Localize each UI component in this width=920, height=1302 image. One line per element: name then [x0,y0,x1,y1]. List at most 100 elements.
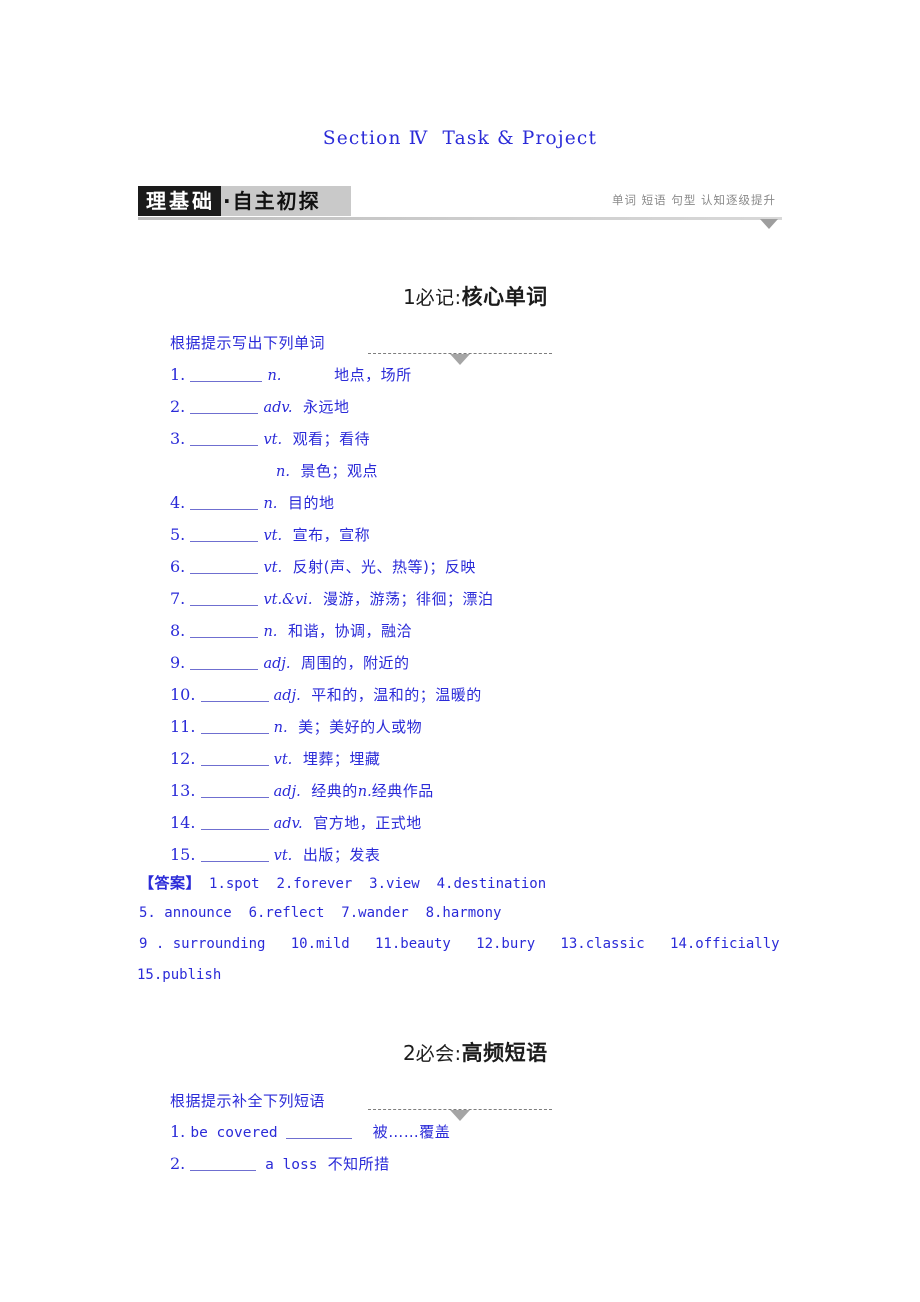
entry-definition: 平和的，温和的；温暖的 [311,686,482,704]
answer-blank[interactable] [190,1156,257,1171]
entry-gap [290,462,301,480]
document-page: Section Ⅳ Task & Project 理基础 ·自主初探 单词 短语… [0,0,920,1302]
entry-part-of-speech: adj. [263,656,291,672]
entry-number: 7. [170,589,186,608]
entry-number: 12. [170,749,196,768]
word-entry-1: 1. n. 地点，场所 [170,364,412,385]
answer-blank[interactable] [190,527,259,542]
answer-blank[interactable] [200,847,269,862]
answer-blank[interactable] [190,495,259,510]
answer-text: 1.spot 2.forever 3.view 4.destination [209,876,547,892]
section-2-title: 高频短语 [461,1041,548,1065]
entry-gap [282,430,293,448]
triangle-down-icon [760,219,778,229]
entry-gap [292,846,303,864]
answer-line-3: 9 . surrounding 10.mild 11.beauty 12.bur… [139,935,780,953]
entry-definition: 经典的 [311,782,358,800]
banner-label-block: 理基础 ·自主初探 [138,186,351,216]
entry-definition: 和谐，协调，融洽 [287,622,412,640]
word-entry-9: 9. adj. 周围的，附近的 [170,652,410,673]
entry-gap [301,686,312,704]
entry-definition: 美；美好的人或物 [298,718,423,736]
answer-blank[interactable] [190,399,259,414]
answer-blank[interactable] [200,783,269,798]
answer-blank[interactable] [200,719,269,734]
entry-gap [292,398,303,416]
answer-blank[interactable] [190,431,259,446]
entry-number: 3. [170,429,186,448]
entry-number: 14. [170,813,196,832]
entry-definition: 反射(声、光、热等)；反映 [292,558,476,576]
entry-part-of-speech: n. [263,624,278,640]
entry-definition: 地点，场所 [334,366,412,384]
section-1-title: 核心单词 [461,285,548,309]
word-entry-11: 11. n. 美；美好的人或物 [170,716,422,737]
entry-number: 8. [170,621,186,640]
word-entry-3-continuation: n. 景色；观点 [276,460,378,481]
entry-part-of-speech: vt. [263,560,283,576]
entry-part-of-speech: vt. [273,848,293,864]
section-heading-1: 1必记:核心单词 [0,262,920,365]
answer-text: 15.publish [137,967,222,983]
entry-part-of-speech: n. [263,496,278,512]
phrase-definition: 不知所措 [327,1155,390,1173]
answer-blank[interactable] [200,751,269,766]
answer-blank[interactable] [190,623,259,638]
banner-divider [138,217,782,220]
word-entry-3: 3. vt. 观看；看待 [170,428,370,449]
entry-number: 2. [170,397,186,416]
answer-line-2: 5. announce 6.reflect 7.wander 8.harmony [139,904,501,922]
section-1-label: 必记: [415,287,462,309]
answer-text: 5. announce 6.reflect 7.wander 8.harmony [139,905,502,921]
entry-gap [288,718,299,736]
entry-definition: 宣布，宣称 [292,526,371,544]
answer-blank[interactable] [190,559,259,574]
entry-definition: 观看；看待 [292,430,371,448]
entry-number: 5. [170,525,186,544]
entry-definition: 目的地 [287,494,335,512]
word-entry-6: 6. vt. 反射(声、光、热等)；反映 [170,556,476,577]
triangle-down-icon [450,354,470,365]
entry-gap [277,622,288,640]
word-entry-13: 13. adj. 经典的n.经典作品 [170,780,434,801]
entry-definition: 景色；观点 [300,462,379,480]
entry-part-of-speech: n. [276,464,290,480]
entry-number: 6. [170,557,186,576]
entry-part-of-speech-secondary: n. [357,784,372,800]
entry-definition: 官方地，正式地 [313,814,422,832]
answer-blank[interactable] [190,591,259,606]
entry-number: 1. [170,365,186,384]
entry-gap [282,558,293,576]
answer-blank[interactable] [190,367,263,382]
word-entry-14: 14. adv. 官方地，正式地 [170,812,422,833]
word-entry-10: 10. adj. 平和的，温和的；温暖的 [170,684,482,705]
phrase-definition: 被……覆盖 [372,1123,451,1141]
entry-number: 10. [170,685,196,704]
answer-blank[interactable] [200,687,269,702]
answer-text: 9 . surrounding 10.mild 11.beauty 12.bur… [139,936,780,952]
entry-gap [277,494,288,512]
answer-blank[interactable] [200,815,269,830]
page-title: Section Ⅳ Task & Project [322,128,598,149]
entry-part-of-speech: n. [273,720,288,736]
entry-gap [303,814,314,832]
triangle-down-icon [450,1110,470,1121]
section-heading-2: 2必会:高频短语 [0,1018,920,1121]
banner-dark-label: 理基础 [138,186,221,216]
section-2-label: 必会: [415,1043,462,1065]
word-entry-15: 15. vt. 出版；发表 [170,844,380,865]
phrase-entry-1: 1. be covered 被……覆盖 [170,1121,450,1142]
entry-number: 15. [170,845,196,864]
entry-definition: 周围的，附近的 [301,654,410,672]
section-banner: 理基础 ·自主初探 单词 短语 句型 认知逐级提升 [138,186,782,232]
word-entry-4: 4. n. 目的地 [170,492,334,513]
section-heading-2-inner: 2必会:高频短语 [368,1018,552,1121]
answer-line-4: 15.publish [137,966,221,984]
entry-part-of-speech: adj. [273,688,301,704]
answer-blank[interactable] [286,1124,353,1139]
entry-number: 9. [170,653,186,672]
answer-blank[interactable] [190,655,259,670]
entry-definition: 出版；发表 [302,846,381,864]
word-entry-5: 5. vt. 宣布，宣称 [170,524,370,545]
entry-part-of-speech: n. [267,368,282,384]
